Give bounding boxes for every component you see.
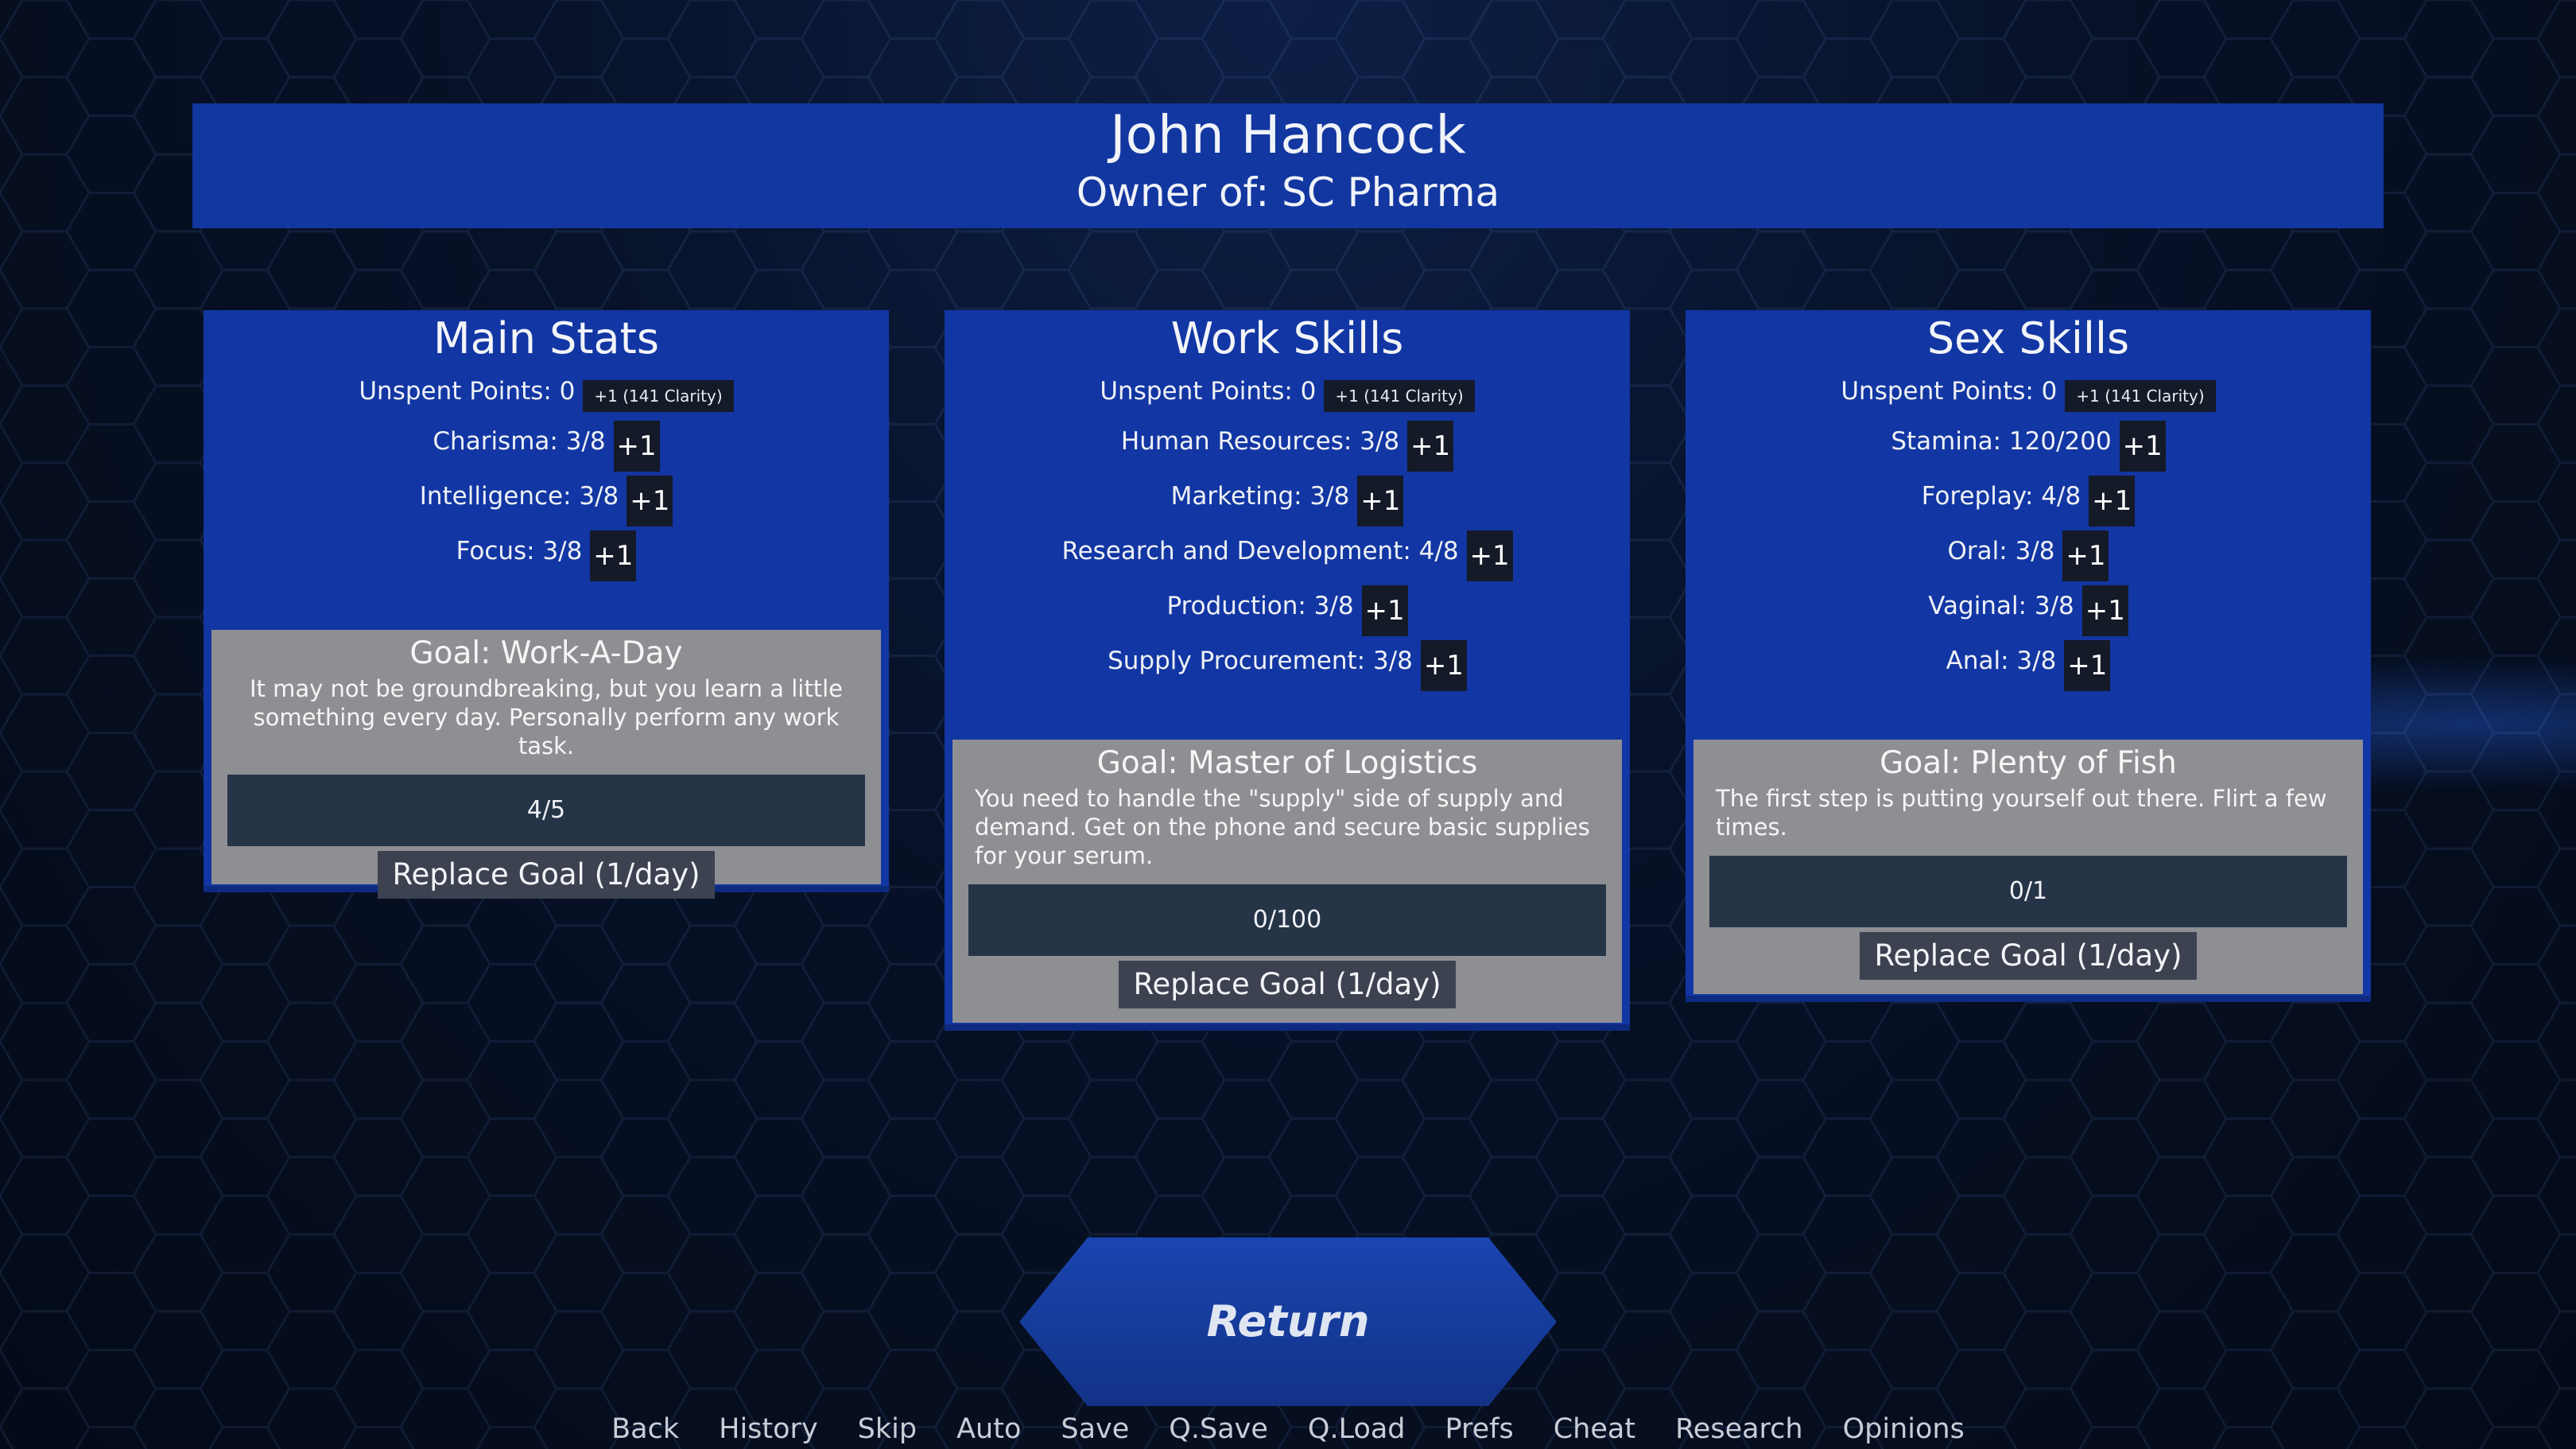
skill-row-oral: Oral: 3/8 +1 [1686, 523, 2371, 581]
replace-goal-button[interactable]: Replace Goal (1/day) [378, 851, 715, 899]
stat-label: Charisma: 3/8 [433, 426, 606, 456]
stat-row-focus: Focus: 3/8 +1 [204, 523, 889, 581]
unspent-points-label: Unspent Points: 0 [1841, 377, 2058, 406]
unspent-points-label: Unspent Points: 0 [1100, 377, 1317, 406]
skill-label: Vaginal: 3/8 [1928, 591, 2074, 620]
quick-menu-save[interactable]: Save [1061, 1409, 1129, 1449]
character-header: John Hancock Owner of: SC Pharma [192, 103, 2384, 228]
goal-description: You need to handle the "supply" side of … [975, 785, 1590, 869]
sex-skills-panel: Sex Skills Unspent Points: 0 +1 (141 Cla… [1686, 310, 2371, 1002]
quick-menu-history[interactable]: History [719, 1409, 818, 1449]
skill-label: Marketing: 3/8 [1170, 481, 1350, 511]
skill-label: Anal: 3/8 [1946, 646, 2057, 675]
goal-box: Goal: Master of Logistics You need to ha… [952, 740, 1622, 1023]
increase-focus-button[interactable]: +1 [590, 530, 637, 581]
goal-box: Goal: Plenty of Fish The first step is p… [1693, 740, 2363, 994]
skill-label: Production: 3/8 [1166, 591, 1354, 620]
goal-description: It may not be groundbreaking, but you le… [249, 675, 843, 759]
quick-menu-back[interactable]: Back [611, 1409, 679, 1449]
return-button[interactable]: Return [1019, 1237, 1557, 1406]
unspent-points-label: Unspent Points: 0 [359, 377, 576, 406]
goal-title: Goal: Master of Logistics [1096, 745, 1478, 781]
character-owner: Owner of: SC Pharma [1076, 169, 1500, 216]
increase-foreplay-button[interactable]: +1 [2089, 475, 2136, 526]
goal-progress-bar: 0/1 [1709, 856, 2347, 927]
return-label: Return [1206, 1296, 1370, 1346]
stat-label: Focus: 3/8 [456, 536, 583, 565]
quick-menu-qsave[interactable]: Q.Save [1169, 1409, 1268, 1449]
increase-charisma-button[interactable]: +1 [613, 420, 660, 472]
skill-row-marketing: Marketing: 3/8 +1 [945, 468, 1630, 526]
skill-label: Supply Procurement: 3/8 [1108, 646, 1413, 675]
quick-menu-opinions[interactable]: Opinions [1843, 1409, 1965, 1449]
stat-label: Intelligence: 3/8 [419, 481, 619, 511]
goal-progress-bar: 4/5 [227, 775, 865, 846]
skill-label: Human Resources: 3/8 [1120, 426, 1400, 456]
skill-label: Research and Development: 4/8 [1061, 536, 1459, 565]
increase-oral-button[interactable]: +1 [2062, 530, 2109, 581]
skill-row-foreplay: Foreplay: 4/8 +1 [1686, 468, 2371, 526]
increase-vaginal-button[interactable]: +1 [2081, 585, 2128, 636]
stat-row-charisma: Charisma: 3/8 +1 [204, 414, 889, 472]
quick-menu-skip[interactable]: Skip [858, 1409, 917, 1449]
character-name: John Hancock [1110, 104, 1466, 165]
replace-goal-button[interactable]: Replace Goal (1/day) [1119, 961, 1456, 1008]
increase-production-button[interactable]: +1 [1361, 585, 1408, 636]
skill-label: Stamina: 120/200 [1891, 426, 2112, 456]
increase-marketing-button[interactable]: +1 [1357, 475, 1404, 526]
panel-title: Sex Skills [1926, 313, 2130, 363]
goal-title: Goal: Plenty of Fish [1880, 745, 2177, 781]
skill-row-supply: Supply Procurement: 3/8 +1 [945, 633, 1630, 691]
goal-title: Goal: Work-A-Day [409, 635, 683, 671]
unspent-points-row: Unspent Points: 0 +1 (141 Clarity) [204, 369, 889, 414]
quick-menu-prefs[interactable]: Prefs [1445, 1409, 1514, 1449]
panel-title: Work Skills [1170, 313, 1404, 363]
quick-menu-research[interactable]: Research [1675, 1409, 1803, 1449]
quick-menu: Back History Skip Auto Save Q.Save Q.Loa… [0, 1409, 2576, 1449]
replace-goal-button[interactable]: Replace Goal (1/day) [1860, 932, 2197, 980]
goal-box: Goal: Work-A-Day It may not be groundbre… [211, 630, 881, 899]
goal-description: The first step is putting yourself out t… [1716, 785, 2327, 841]
skill-row-stamina: Stamina: 120/200 +1 [1686, 414, 2371, 472]
quick-menu-cheat[interactable]: Cheat [1554, 1409, 1635, 1449]
skill-row-human-resources: Human Resources: 3/8 +1 [945, 414, 1630, 472]
skill-row-anal: Anal: 3/8 +1 [1686, 633, 2371, 691]
skill-row-research: Research and Development: 4/8 +1 [945, 523, 1630, 581]
skill-label: Foreplay: 4/8 [1921, 481, 2081, 511]
skill-label: Oral: 3/8 [1947, 536, 2055, 565]
increase-intelligence-button[interactable]: +1 [627, 475, 673, 526]
clarity-spend-button[interactable]: +1 (141 Clarity) [2065, 380, 2216, 412]
increase-stamina-button[interactable]: +1 [2119, 420, 2166, 472]
skill-row-vaginal: Vaginal: 3/8 +1 [1686, 578, 2371, 636]
increase-supply-button[interactable]: +1 [1420, 639, 1467, 691]
skill-row-production: Production: 3/8 +1 [945, 578, 1630, 636]
unspent-points-row: Unspent Points: 0 +1 (141 Clarity) [945, 369, 1630, 414]
quick-menu-auto[interactable]: Auto [956, 1409, 1021, 1449]
clarity-spend-button[interactable]: +1 (141 Clarity) [1324, 380, 1475, 412]
work-skills-panel: Work Skills Unspent Points: 0 +1 (141 Cl… [945, 310, 1630, 1031]
increase-hr-button[interactable]: +1 [1407, 420, 1454, 472]
clarity-spend-button[interactable]: +1 (141 Clarity) [583, 380, 734, 412]
increase-research-button[interactable]: +1 [1466, 530, 1513, 581]
goal-progress-bar: 0/100 [968, 884, 1606, 956]
quick-menu-qload[interactable]: Q.Load [1308, 1409, 1406, 1449]
unspent-points-row: Unspent Points: 0 +1 (141 Clarity) [1686, 369, 2371, 414]
main-stats-panel: Main Stats Unspent Points: 0 +1 (141 Cla… [204, 310, 889, 899]
panel-title: Main Stats [433, 313, 659, 363]
increase-anal-button[interactable]: +1 [2064, 639, 2111, 691]
stat-row-intelligence: Intelligence: 3/8 +1 [204, 468, 889, 526]
